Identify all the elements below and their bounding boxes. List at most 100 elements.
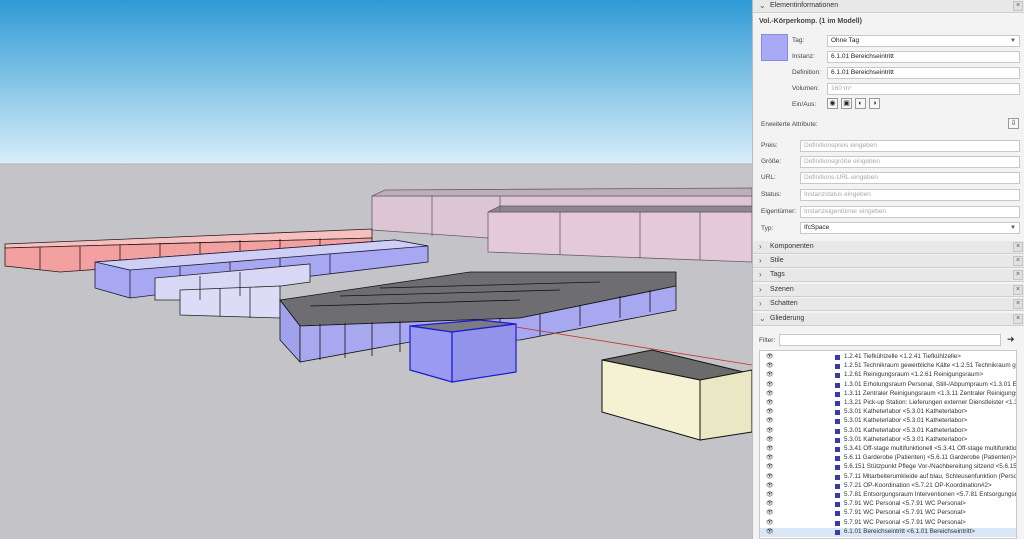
outline-row[interactable]: 👁 1.3.21 Pick-up Station: Lieferungen ext…	[760, 399, 1016, 408]
eye-icon[interactable]: 👁	[766, 353, 774, 360]
outline-row-label: 5.3.01 Katheterlabor <5.3.01 Katheterlab…	[844, 426, 968, 434]
outline-row[interactable]: 👁 1.2.61 Reinigungsraum <1.2.61 Reinigung…	[760, 371, 1016, 380]
eye-icon[interactable]: 👁	[766, 427, 774, 434]
close-icon[interactable]: ×	[1013, 270, 1023, 280]
outline-row[interactable]: 👁 5.7.91 WC Personal <5.7.91 WC Personal>	[760, 509, 1016, 518]
eye-icon[interactable]: 👁	[766, 371, 774, 378]
outline-row[interactable]: 👁 6.1.01 Bereichseintritt <6.1.01 Bereich…	[760, 527, 1016, 537]
outline-row-label: 1.3.21 Pick-up Station: Lieferungen exte…	[844, 399, 1017, 406]
eye-icon[interactable]: 👁	[766, 473, 774, 480]
outline-tree[interactable]: 👁 1.2.41 Tiefkühlzelle <1.2.41 Tiefkühlze…	[759, 350, 1017, 539]
preis-input[interactable]: Definitionspreis eingeben	[800, 140, 1020, 152]
outline-row[interactable]: 👁 5.3.41 Off-stage multifunktionell <5.3.…	[760, 445, 1016, 454]
section-szenen[interactable]: › Szenen ×	[753, 284, 1024, 297]
filter-options-icon[interactable]: ➜	[1007, 334, 1015, 345]
outline-row[interactable]: 👁 1.3.01 Erholungsraum Personal, Still-/A…	[760, 381, 1016, 390]
material-swatch[interactable]	[761, 34, 788, 61]
lock-icon[interactable]: ▣	[841, 98, 852, 109]
component-icon	[835, 437, 840, 443]
outline-row[interactable]: 👁 5.7.91 WC Personal <5.7.91 WC Personal>	[760, 500, 1016, 509]
component-icon	[835, 483, 840, 489]
component-icon	[835, 465, 840, 471]
typ-select[interactable]: IfcSpace ▼	[800, 222, 1020, 234]
status-input[interactable]: Instanzstatus eingeben	[800, 189, 1020, 201]
volumen-field: 160 m³	[827, 83, 1020, 95]
outline-row[interactable]: 👁 5.3.01 Katheterlabor <5.3.01 Katheterla…	[760, 417, 1016, 426]
eye-icon[interactable]: 👁	[766, 399, 774, 406]
eye-icon[interactable]: 👁	[766, 491, 774, 498]
eigentuemer-input[interactable]: Instanzeigentümer eingeben	[800, 206, 1020, 218]
close-icon[interactable]: ×	[1013, 256, 1023, 266]
outline-row[interactable]: 👁 5.3.01 Katheterlabor <5.3.01 Katheterla…	[760, 436, 1016, 445]
outline-row[interactable]: 👁 5.7.81 Entsorgungsraum Interventionen <…	[760, 491, 1016, 500]
instanz-field[interactable]: 6.1.01 Bereichseintritt	[827, 51, 1020, 63]
model-viewport[interactable]	[0, 0, 752, 539]
outline-row[interactable]: 👁 5.6.11 Garderobe (Patienten) <5.6.11 Ga…	[760, 454, 1016, 463]
outline-row[interactable]: 👁 5.3.01 Katheterlabor <5.3.01 Katheterla…	[760, 408, 1016, 417]
section-gliederung[interactable]: ⌄ Gliederung ×	[753, 313, 1024, 326]
url-label: URL:	[761, 174, 776, 181]
eye-icon[interactable]: 👁	[766, 362, 774, 369]
shadow-cast-icon[interactable]: ◐	[855, 98, 866, 109]
eye-icon[interactable]: 👁	[766, 454, 774, 461]
close-icon[interactable]: ×	[1013, 242, 1023, 252]
chevron-down-icon: ▼	[1010, 225, 1016, 231]
chevron-right-icon: ›	[759, 242, 762, 251]
eye-icon[interactable]: 👁	[766, 436, 774, 443]
eye-icon[interactable]: 👁	[766, 381, 774, 388]
outline-row-label: 5.7.81 Entsorgungsraum Interventionen <5…	[844, 491, 1017, 498]
chevron-down-icon[interactable]: ⌄	[759, 1, 766, 10]
eye-icon[interactable]: 👁	[766, 509, 774, 516]
outline-row[interactable]: 👁 5.7.21 OP-Koordination <5.7.21 OP-Koord…	[760, 482, 1016, 491]
component-icon	[835, 428, 840, 434]
eye-icon[interactable]: ◉	[827, 98, 838, 109]
outline-row[interactable]: 👁 1.3.11 Zentraler Reinigungsraum <1.3.11…	[760, 390, 1016, 399]
status-label: Status:	[761, 191, 782, 198]
eye-icon[interactable]: 👁	[766, 482, 774, 489]
filter-input[interactable]	[779, 334, 1001, 346]
close-icon[interactable]: ×	[1013, 299, 1023, 309]
outline-row-label: 1.2.41 Tiefkühlzelle <1.2.41 Tiefkühlzel…	[844, 353, 961, 360]
outline-row-label: 1.3.11 Zentraler Reinigungsraum <1.3.11 …	[844, 389, 1016, 397]
section-komponenten[interactable]: › Komponenten ×	[753, 241, 1024, 254]
shadow-receive-icon[interactable]: ◑	[869, 98, 880, 109]
url-input[interactable]: Definitions-URL eingeben	[800, 172, 1020, 184]
tag-select[interactable]: Ohne Tag ▼	[827, 35, 1020, 47]
scene-canvas[interactable]	[0, 0, 752, 539]
definition-field[interactable]: 6.1.01 Bereichseintritt	[827, 67, 1020, 79]
eye-icon[interactable]: 👁	[766, 408, 774, 415]
groesse-input[interactable]: Definitionsgröße eingeben	[800, 156, 1020, 168]
eye-icon[interactable]: 👁	[766, 417, 774, 424]
definition-label: Definition:	[792, 69, 821, 76]
component-icon	[835, 529, 840, 535]
close-icon[interactable]: ×	[1013, 285, 1023, 295]
outline-row-label: 6.1.01 Bereichseintritt <6.1.01 Bereichs…	[844, 527, 975, 535]
eye-icon[interactable]: 👁	[766, 445, 774, 452]
chevron-down-icon: ▼	[1010, 38, 1016, 44]
panel-title: Elementinformationen	[770, 2, 839, 9]
outline-row[interactable]: 👁 1.2.51 Technikraum gewerbliche Kälte <1…	[760, 362, 1016, 371]
section-tags[interactable]: › Tags ×	[753, 269, 1024, 282]
outline-row[interactable]: 👁 5.7.91 WC Personal <5.7.91 WC Personal>	[760, 519, 1016, 528]
volumen-label: Volumen:	[792, 85, 820, 92]
outline-row[interactable]: 👁 5.7.11 Mitarbeiterumkleide auf blau, Sc…	[760, 473, 1016, 482]
panel-header[interactable]: ⌄ Elementinformationen ×	[753, 0, 1024, 13]
export-icon[interactable]: ⇩	[1008, 118, 1019, 129]
eye-icon[interactable]: 👁	[766, 528, 774, 535]
preis-label: Preis:	[761, 142, 778, 149]
outline-row[interactable]: 👁 1.2.41 Tiefkühlzelle <1.2.41 Tiefkühlze…	[760, 353, 1016, 362]
eye-icon[interactable]: 👁	[766, 519, 774, 526]
section-stile[interactable]: › Stile ×	[753, 255, 1024, 268]
eye-icon[interactable]: 👁	[766, 390, 774, 397]
outline-row-label: 1.3.01 Erholungsraum Personal, Still-/Ab…	[844, 380, 1017, 388]
outline-row[interactable]: 👁 5.6.151 Stützpunkt Pflege Vor-/Nachbere…	[760, 463, 1016, 472]
outline-row[interactable]: 👁 5.3.01 Katheterlabor <5.3.01 Katheterla…	[760, 427, 1016, 436]
eye-icon[interactable]: 👁	[766, 463, 774, 470]
eye-icon[interactable]: 👁	[766, 500, 774, 507]
section-schatten[interactable]: › Schatten ×	[753, 298, 1024, 311]
component-icon	[835, 355, 840, 360]
close-icon[interactable]: ×	[1013, 1, 1023, 11]
outline-row-label: 1.2.61 Reinigungsraum <1.2.61 Reinigungs…	[844, 371, 984, 379]
close-icon[interactable]: ×	[1013, 314, 1023, 324]
selected-room-6-1-01[interactable]	[409, 319, 517, 383]
